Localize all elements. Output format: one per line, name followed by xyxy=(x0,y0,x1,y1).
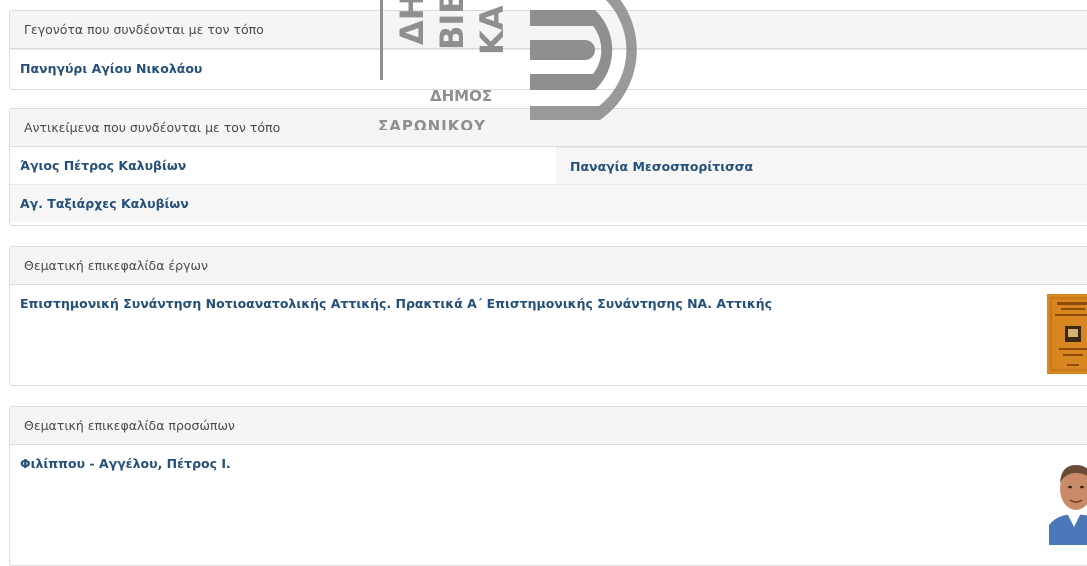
work-link[interactable]: Επιστημονική Συνάντηση Νοτιοανατολικής Α… xyxy=(20,296,772,311)
book-cover-image[interactable] xyxy=(1047,294,1087,374)
person-photo[interactable] xyxy=(1049,455,1087,545)
events-heading: Γεγονότα που συνδέονται με τον τόπο xyxy=(10,11,1087,49)
object-link-panagia[interactable]: Παναγία Μεσοσπορίτισσα xyxy=(556,147,1087,184)
works-heading: Θεματική επικεφαλίδα έργων xyxy=(10,247,1087,285)
person-link[interactable]: Φιλίππου - Αγγέλου, Πέτρος Ι. xyxy=(20,456,231,471)
person-item: Φιλίππου - Αγγέλου, Πέτρος Ι. xyxy=(10,445,1087,565)
objects-heading: Αντικείμενα που συνδέονται με τον τόπο xyxy=(10,109,1087,147)
events-panel: Γεγονότα που συνδέονται με τον τόπο Πανη… xyxy=(9,10,1087,90)
persons-panel: Θεματική επικεφαλίδα προσώπων Φιλίππου -… xyxy=(9,406,1087,566)
persons-heading: Θεματική επικεφαλίδα προσώπων xyxy=(10,407,1087,445)
object-link-agios-petros[interactable]: Άγιος Πέτρος Καλυβίων xyxy=(10,147,556,184)
objects-row-1: Άγιος Πέτρος Καλυβίων Παναγία Μεσοσπορίτ… xyxy=(10,147,1087,184)
works-panel: Θεματική επικεφαλίδα έργων Επιστημονική … xyxy=(9,246,1087,386)
object-link-taxiarches[interactable]: Αγ. Ταξιάρχες Καλυβίων xyxy=(10,184,1087,222)
event-link-panigyri[interactable]: Πανηγύρι Αγίου Νικολάου xyxy=(10,49,1087,87)
objects-panel: Αντικείμενα που συνδέονται με τον τόπο Ά… xyxy=(9,108,1087,226)
work-item: Επιστημονική Συνάντηση Νοτιοανατολικής Α… xyxy=(10,285,1087,385)
